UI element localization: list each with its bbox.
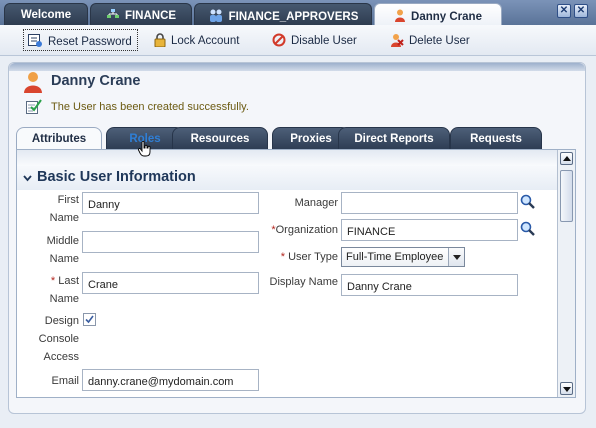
scroll-up-icon[interactable] [560,152,573,165]
success-message: The User has been created successfully. [51,101,249,113]
label-line: First [57,194,79,206]
organization-icon [106,9,120,24]
tab-requests[interactable]: Requests [450,127,542,149]
hand-cursor-icon [138,141,151,157]
lock-account-label: Lock Account [171,35,240,47]
lock-account-button[interactable]: Lock Account [150,29,250,51]
tab-label: Attributes [31,133,87,145]
tab-label: Proxies [290,133,332,145]
label-line: Design [44,315,79,327]
last-name-field[interactable] [82,272,259,294]
display-name-field[interactable] [341,274,518,296]
disable-user-label: Disable User [291,35,357,47]
window-tab-finance[interactable]: FINANCE [90,3,192,25]
basic-info-section-header[interactable]: Basic User Information [17,166,557,190]
last-name-label: * Last Name [17,272,79,308]
tab-label: Direct Reports [354,133,434,145]
user-type-select[interactable]: Full-Time Employee [341,247,465,267]
scroll-thumb[interactable] [560,170,573,222]
user-name-title: Danny Crane [51,73,141,89]
checkmark-icon [85,315,94,324]
user-tab-bar: Attributes Roles Resources Proxies Direc… [16,127,576,149]
manager-label: Manager [294,197,338,209]
window-tab-label: Welcome [20,9,72,21]
user-type-label: * User Type [257,248,338,266]
user-type-value: Full-Time Employee [346,251,444,263]
display-name-label: Display Name [269,276,338,288]
delete-user-icon [390,33,404,50]
window-tab-label: FINANCE_APPROVERS [228,11,359,23]
label-line: Name [49,253,79,265]
reset-password-label: Reset Password [48,36,132,48]
middle-name-label: Middle Name [17,232,79,268]
design-console-label: Design Console Access [17,312,79,366]
disable-user-button[interactable]: Disable User [268,29,368,51]
user-avatar-icon [23,71,43,96]
window-tab-label: Danny Crane [411,11,482,23]
section-title: Basic User Information [37,169,196,185]
dropdown-arrow-icon[interactable] [448,248,464,266]
first-name-field[interactable] [82,192,259,214]
organization-label: *Organization [257,221,338,239]
tab-resources[interactable]: Resources [172,127,268,149]
reset-password-icon [28,34,43,51]
label-line: Name [49,212,79,224]
middle-name-field[interactable] [82,231,259,253]
email-field[interactable] [82,369,259,391]
manager-field[interactable] [341,192,518,214]
vertical-scrollbar[interactable] [557,150,575,397]
label-text: Organization [275,224,338,236]
collapse-chevron-icon[interactable] [22,173,33,184]
lock-icon [154,33,166,50]
label-text: User Type [288,251,338,263]
group-icon [208,9,224,25]
tab-attributes[interactable]: Attributes [16,127,102,149]
design-console-checkbox[interactable] [83,313,96,326]
attributes-content: Basic User Information First Name Middle… [16,149,576,398]
organization-search-icon[interactable] [519,220,537,238]
window-tab-danny-crane[interactable]: Danny Crane [374,3,502,25]
user-icon [394,9,406,25]
organization-field[interactable] [341,219,518,241]
delete-user-label: Delete User [409,35,470,47]
first-name-label: First Name [17,191,79,227]
reset-password-button[interactable]: Reset Password [23,29,138,51]
label-text: Last [58,275,79,287]
delete-user-button[interactable]: Delete User [386,29,486,51]
user-toolbar: Reset Password Lock Account Disable User… [0,25,596,56]
manager-search-icon[interactable] [519,193,537,211]
scroll-down-icon[interactable] [560,382,573,395]
success-check-icon [26,99,42,117]
content-top-bar [17,150,557,166]
window-tab-label: FINANCE [124,10,177,22]
panel-header-bar [9,63,585,71]
window-tab-bar: Welcome FINANCE FINANCE_APPROVERS Danny … [0,0,596,25]
tab-label: Requests [470,133,522,145]
label-line: Access [43,351,79,363]
label-line: * Last [17,272,79,290]
window-tab-finance-approvers[interactable]: FINANCE_APPROVERS [194,3,372,25]
tab-direct-reports[interactable]: Direct Reports [338,127,450,149]
required-marker: * [280,251,285,263]
close-tab-icon[interactable]: ✕ [574,4,588,18]
label-line: Console [38,333,79,345]
email-label: Email [51,375,79,387]
label-line: Name [49,293,79,305]
label-line: Middle [46,235,79,247]
window-tab-welcome[interactable]: Welcome [4,3,88,25]
disable-icon [272,33,286,50]
close-all-icon[interactable]: ✕ [557,4,571,18]
required-marker: * [50,275,56,287]
tab-label: Resources [190,133,250,145]
